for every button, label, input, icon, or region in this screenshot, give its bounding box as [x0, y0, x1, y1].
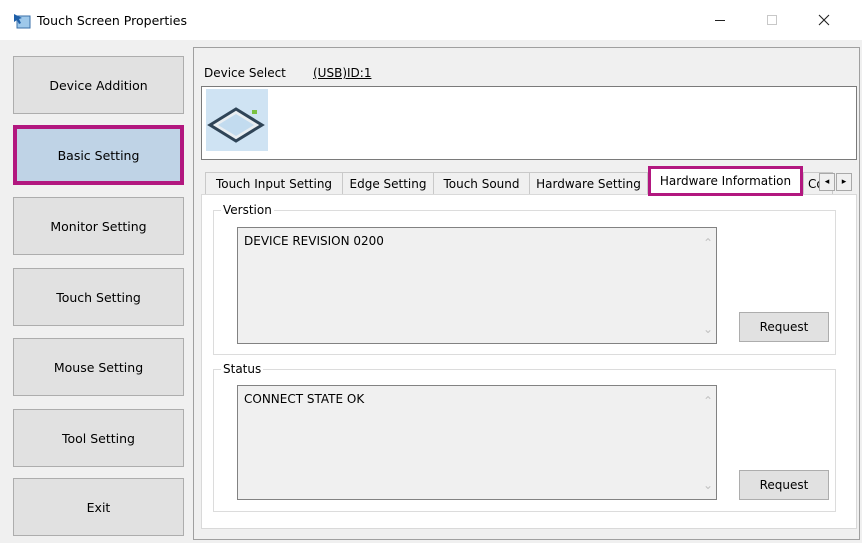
- window-title: Touch Screen Properties: [37, 13, 187, 28]
- request-label: Request: [759, 320, 809, 334]
- version-text: DEVICE REVISION 0200: [244, 234, 384, 248]
- tab-scroll-left-button[interactable]: ◂: [819, 173, 835, 191]
- close-button[interactable]: [804, 8, 844, 34]
- tab-edge-setting[interactable]: Edge Setting: [342, 172, 434, 194]
- minimize-icon: [714, 14, 726, 29]
- scroll-down-icon[interactable]: ⌄: [703, 478, 713, 492]
- device-id-link[interactable]: (USB)ID:1: [313, 66, 371, 80]
- arrow-right-icon: ▸: [841, 177, 847, 187]
- tab-scroll-right-button[interactable]: ▸: [836, 173, 852, 191]
- tab-hardware-information[interactable]: Hardware Information: [648, 166, 803, 196]
- tab-hardware-setting[interactable]: Hardware Setting: [529, 172, 648, 194]
- maximize-icon: [766, 14, 778, 29]
- minimize-button[interactable]: [700, 8, 740, 34]
- version-group-label: Verstion: [221, 203, 274, 217]
- request-label: Request: [759, 478, 809, 492]
- version-textbox[interactable]: DEVICE REVISION 0200 ⌃ ⌄: [237, 227, 717, 344]
- sidebar-item-device-addition[interactable]: Device Addition: [13, 56, 184, 114]
- status-textbox[interactable]: CONNECT STATE OK ⌃ ⌄: [237, 385, 717, 500]
- sidebar-item-monitor-setting[interactable]: Monitor Setting: [13, 197, 184, 255]
- sidebar-item-label: Monitor Setting: [50, 218, 147, 234]
- tab-label: Touch Input Setting: [215, 176, 333, 191]
- scroll-up-icon[interactable]: ⌃: [703, 394, 713, 408]
- tab-touch-input-setting[interactable]: Touch Input Setting: [205, 172, 343, 194]
- status-text: CONNECT STATE OK: [244, 392, 365, 406]
- arrow-left-icon: ◂: [824, 177, 830, 187]
- status-request-button[interactable]: Request: [739, 470, 829, 500]
- sidebar-item-mouse-setting[interactable]: Mouse Setting: [13, 338, 184, 396]
- title-bar: Touch Screen Properties: [0, 0, 862, 40]
- sidebar-item-label: Mouse Setting: [53, 359, 144, 375]
- scroll-up-icon[interactable]: ⌃: [703, 236, 713, 250]
- sidebar-item-label: Tool Setting: [61, 430, 135, 446]
- close-icon: [818, 14, 830, 29]
- sidebar-item-exit[interactable]: Exit: [13, 478, 184, 536]
- tab-label: Edge Setting: [349, 176, 427, 191]
- scroll-down-icon[interactable]: ⌄: [703, 322, 713, 336]
- sidebar-item-tool-setting[interactable]: Tool Setting: [13, 409, 184, 467]
- touch-monitor-icon[interactable]: [206, 89, 268, 151]
- tab-label: Hardware Setting: [536, 176, 641, 191]
- tab-label: Touch Sound: [443, 176, 520, 191]
- sidebar-item-basic-setting[interactable]: Basic Setting: [13, 125, 184, 185]
- status-group-label: Status: [221, 362, 264, 376]
- sidebar-item-touch-setting[interactable]: Touch Setting: [13, 268, 184, 326]
- sidebar-item-label: Device Addition: [49, 77, 148, 93]
- version-request-button[interactable]: Request: [739, 312, 829, 342]
- sidebar-item-label: Exit: [86, 499, 111, 515]
- tab-touch-sound[interactable]: Touch Sound: [433, 172, 530, 194]
- device-list[interactable]: [201, 86, 857, 160]
- tab-label: Hardware Information: [659, 174, 792, 188]
- sidebar-item-label: Touch Setting: [56, 289, 141, 305]
- maximize-button[interactable]: [752, 8, 792, 34]
- device-select-label: Device Select: [204, 66, 286, 80]
- touch-screen-app-icon: [13, 13, 31, 29]
- sidebar-item-label: Basic Setting: [57, 147, 140, 163]
